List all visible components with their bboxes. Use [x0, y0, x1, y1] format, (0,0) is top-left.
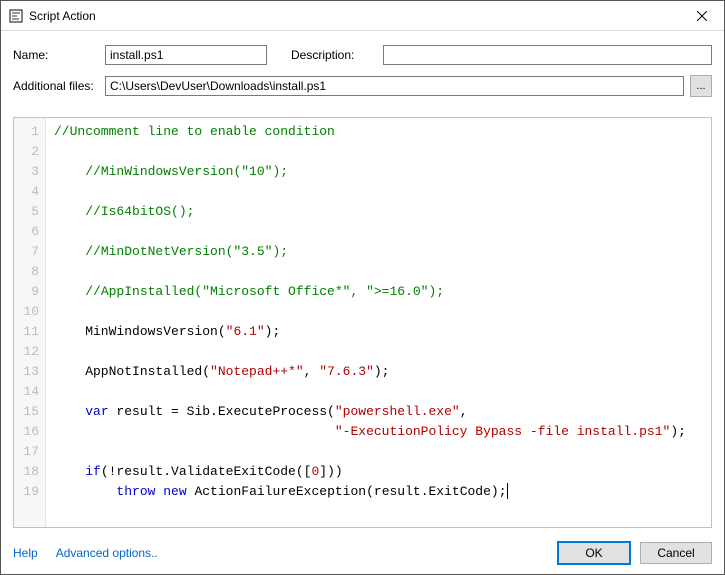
code-line[interactable]: var result = Sib.ExecuteProcess("powersh… — [54, 402, 703, 422]
line-number: 17 — [20, 442, 39, 462]
line-number: 11 — [20, 322, 39, 342]
line-number: 5 — [20, 202, 39, 222]
code-line[interactable]: //Is64bitOS(); — [54, 202, 703, 222]
line-number: 7 — [20, 242, 39, 262]
line-number: 18 — [20, 462, 39, 482]
line-gutter: 12345678910111213141516171819 — [14, 118, 46, 527]
name-label: Name: — [13, 48, 105, 62]
code-line[interactable]: //AppInstalled("Microsoft Office*", ">=1… — [54, 282, 703, 302]
close-button[interactable] — [679, 1, 724, 31]
line-number: 13 — [20, 362, 39, 382]
code-editor[interactable]: 12345678910111213141516171819 //Uncommen… — [13, 117, 712, 528]
line-number: 9 — [20, 282, 39, 302]
code-line[interactable] — [54, 342, 703, 362]
browse-button[interactable]: ... — [690, 75, 712, 97]
code-line[interactable] — [54, 262, 703, 282]
code-line[interactable]: //MinDotNetVersion("3.5"); — [54, 242, 703, 262]
line-number: 2 — [20, 142, 39, 162]
line-number: 3 — [20, 162, 39, 182]
additional-files-input[interactable] — [105, 76, 684, 96]
additional-files-label: Additional files: — [13, 79, 105, 93]
code-line[interactable] — [54, 302, 703, 322]
code-line[interactable]: //Uncomment line to enable condition — [54, 122, 703, 142]
window-title: Script Action — [29, 9, 679, 23]
help-link[interactable]: Help — [13, 546, 38, 560]
code-line[interactable]: throw new ActionFailureException(result.… — [54, 482, 703, 502]
app-icon — [9, 9, 23, 23]
line-number: 10 — [20, 302, 39, 322]
line-number: 6 — [20, 222, 39, 242]
code-line[interactable]: "-ExecutionPolicy Bypass -file install.p… — [54, 422, 703, 442]
code-line[interactable] — [54, 222, 703, 242]
cancel-button[interactable]: Cancel — [640, 542, 712, 564]
script-action-dialog: Script Action Name: Description: Additio… — [0, 0, 725, 575]
description-label: Description: — [291, 48, 383, 62]
code-area[interactable]: //Uncomment line to enable condition //M… — [46, 118, 711, 527]
code-line[interactable]: AppNotInstalled("Notepad++*", "7.6.3"); — [54, 362, 703, 382]
line-number: 8 — [20, 262, 39, 282]
code-line[interactable] — [54, 142, 703, 162]
form-area: Name: Description: Additional files: ... — [1, 31, 724, 117]
code-line[interactable] — [54, 182, 703, 202]
line-number: 12 — [20, 342, 39, 362]
close-icon — [697, 11, 707, 21]
code-line[interactable] — [54, 442, 703, 462]
ok-button[interactable]: OK — [558, 542, 630, 564]
code-line[interactable]: if(!result.ValidateExitCode([0])) — [54, 462, 703, 482]
name-input[interactable] — [105, 45, 267, 65]
line-number: 4 — [20, 182, 39, 202]
line-number: 16 — [20, 422, 39, 442]
line-number: 1 — [20, 122, 39, 142]
description-input[interactable] — [383, 45, 712, 65]
caret — [507, 483, 508, 499]
row-name-desc: Name: Description: — [13, 45, 712, 65]
line-number: 14 — [20, 382, 39, 402]
line-number: 15 — [20, 402, 39, 422]
code-line[interactable]: //MinWindowsVersion("10"); — [54, 162, 703, 182]
line-number: 19 — [20, 482, 39, 502]
dialog-footer: Help Advanced options.. OK Cancel — [1, 528, 724, 574]
titlebar: Script Action — [1, 1, 724, 31]
advanced-options-link[interactable]: Advanced options.. — [56, 546, 158, 560]
row-additional-files: Additional files: ... — [13, 75, 712, 97]
code-line[interactable] — [54, 382, 703, 402]
code-line[interactable]: MinWindowsVersion("6.1"); — [54, 322, 703, 342]
